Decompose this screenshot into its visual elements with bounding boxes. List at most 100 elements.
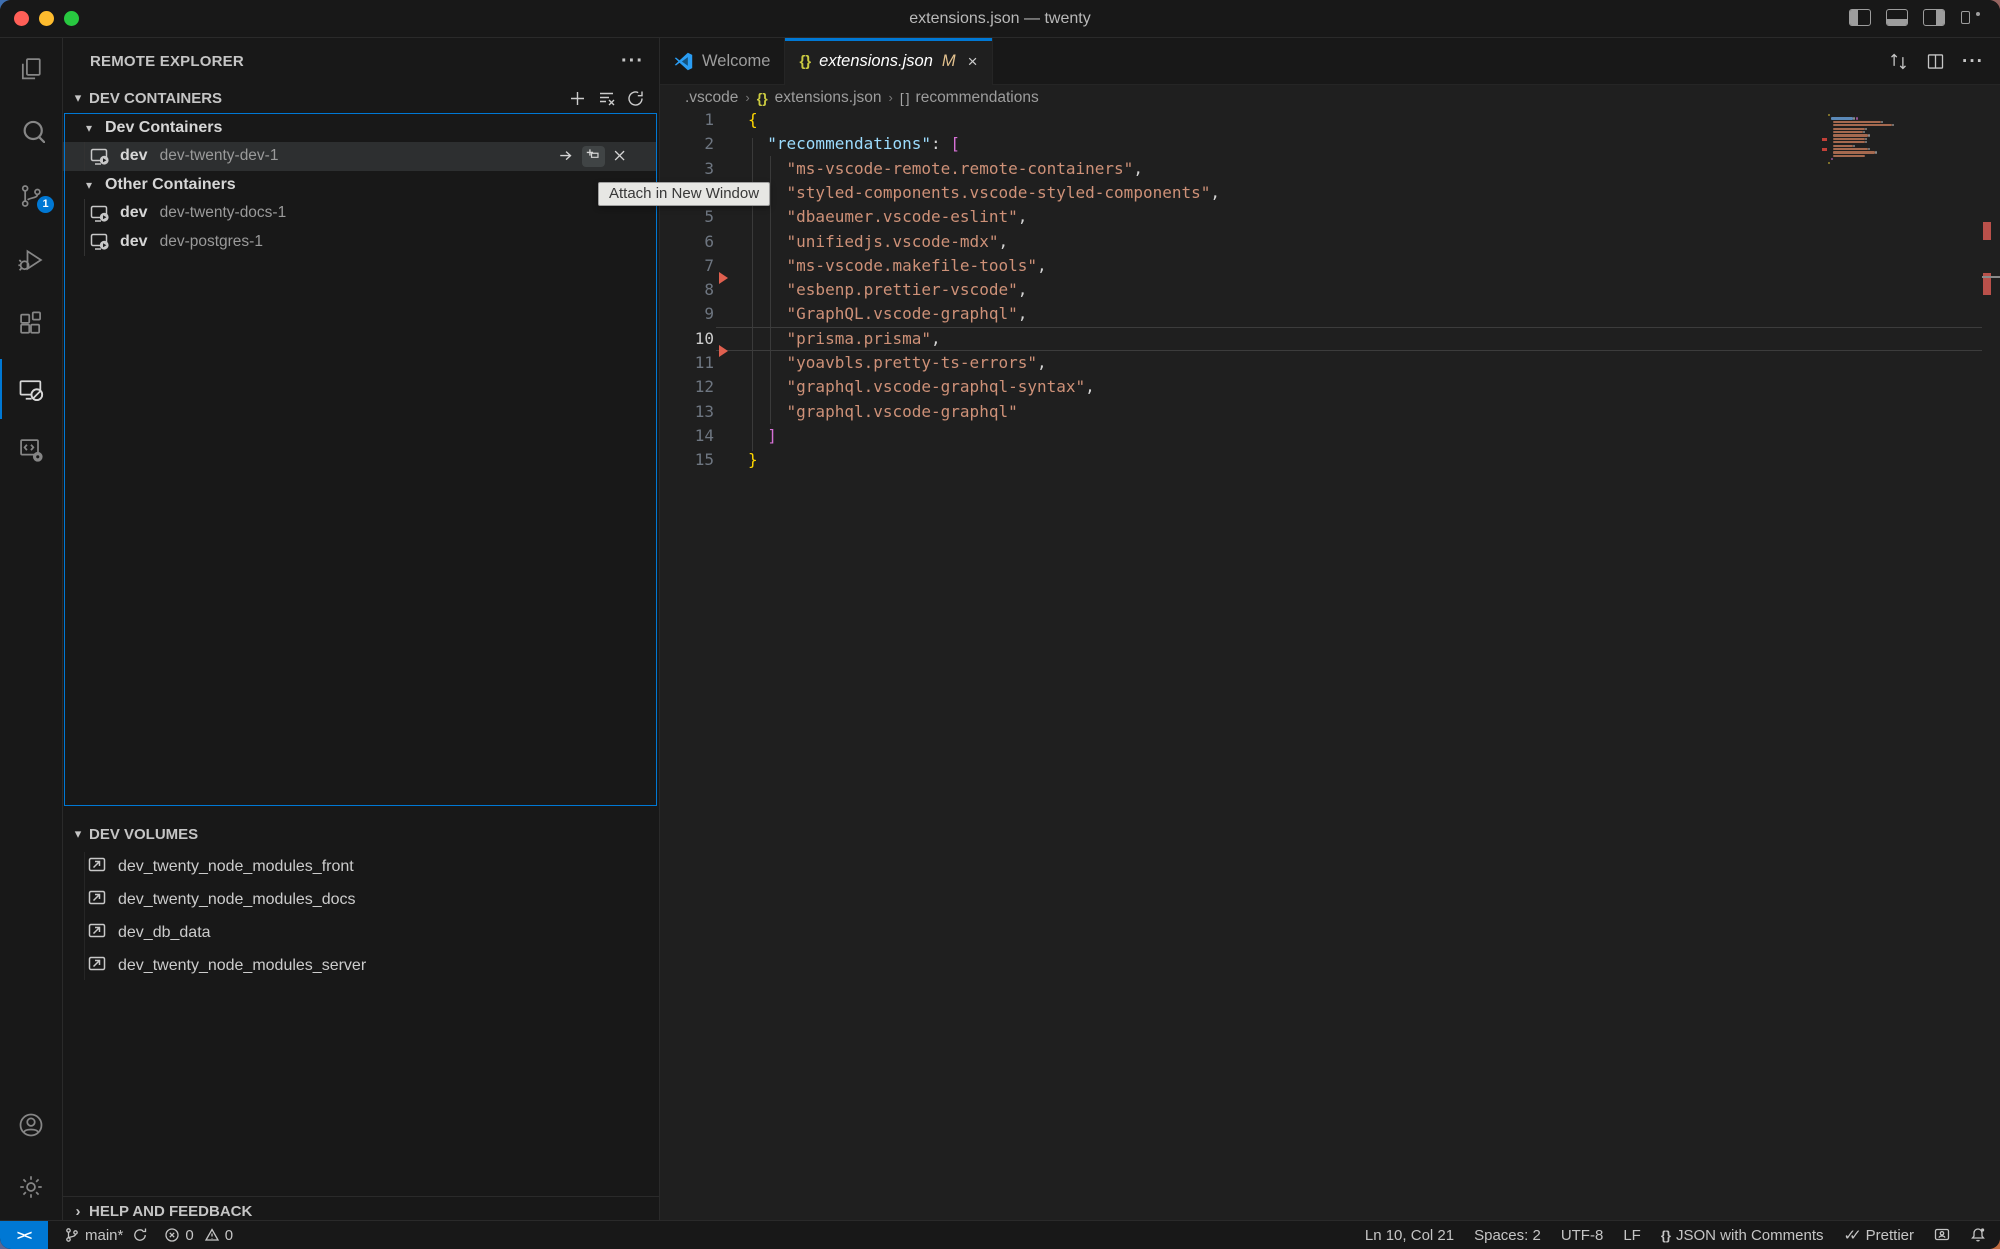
toggle-primary-sidebar-icon[interactable]	[1849, 9, 1871, 26]
git-branch-label: main*	[85, 1227, 123, 1244]
section-dev-containers-label: DEV CONTAINERS	[89, 90, 222, 107]
container-row-dev-postgres-1[interactable]: dev dev-postgres-1	[63, 228, 657, 257]
formatter-item[interactable]: ✓✓ Prettier	[1834, 1221, 1925, 1249]
code-text: ]	[748, 424, 777, 448]
volume-row-dev_db_data[interactable]: dev_db_data	[63, 916, 657, 949]
minimap-line	[1828, 162, 1830, 164]
container-description: dev-postgres-1	[160, 233, 263, 251]
eol-item[interactable]: LF	[1613, 1221, 1651, 1249]
customize-layout-icon[interactable]	[1960, 9, 1984, 26]
notifications-item[interactable]	[1960, 1221, 1986, 1249]
activity-bar-item-explorer[interactable]	[0, 54, 62, 84]
remote-indicator[interactable]: ><	[0, 1221, 48, 1249]
line-number: 5	[660, 205, 714, 229]
line-number: 2	[660, 132, 714, 156]
volume-label: dev_twenty_node_modules_docs	[118, 891, 356, 909]
minimap-line	[1833, 148, 1868, 150]
language-mode-label: JSON with Comments	[1676, 1227, 1824, 1244]
section-help-feedback[interactable]: › HELP AND FEEDBACK	[63, 1198, 659, 1224]
minimap-line	[1875, 151, 1877, 153]
code-line-7: 7 "ms-vscode.makefile-tools",	[660, 254, 2000, 278]
tree-group-other-containers[interactable]: ▾Other Containers	[63, 171, 657, 200]
clear-list-icon[interactable]	[597, 89, 616, 108]
container-description: dev-twenty-dev-1	[160, 147, 279, 165]
code-line-6: 6 "unifiedjs.vscode-mdx",	[660, 230, 2000, 254]
tree-group-dev-containers[interactable]: ▾Dev Containers	[63, 114, 657, 143]
line-number: 1	[660, 108, 714, 132]
code-editor[interactable]: 1{2 "recommendations": [3 "ms-vscode-rem…	[660, 38, 2000, 1220]
overview-ruler-error-marker	[1983, 222, 1991, 240]
code-text: "unifiedjs.vscode-mdx",	[748, 230, 1008, 254]
gutter-red-arrow-icon	[719, 345, 728, 357]
container-row-dev-twenty-docs-1[interactable]: devdev-twenty-docs-1	[63, 199, 657, 228]
line-number: 12	[660, 375, 714, 399]
refresh-icon[interactable]	[626, 89, 645, 108]
section-help-feedback-label: HELP AND FEEDBACK	[89, 1203, 252, 1220]
volume-row-dev_twenty_node_modules_docs[interactable]: dev_twenty_node_modules_docs	[63, 883, 657, 916]
code-line-13: 13 "graphql.vscode-graphql"	[660, 400, 2000, 424]
minimap-line	[1833, 151, 1874, 153]
toggle-secondary-sidebar-icon[interactable]	[1923, 9, 1945, 26]
container-name: dev	[120, 233, 148, 251]
warnings-count: 0	[225, 1227, 233, 1244]
double-check-icon: ✓✓	[1844, 1226, 1855, 1244]
feedback-item[interactable]	[1924, 1221, 1960, 1249]
cursor-position-item[interactable]: Ln 10, Col 21	[1355, 1221, 1464, 1249]
tree-indent-guide	[84, 142, 85, 171]
attach-arrow-icon[interactable]	[558, 148, 575, 165]
minimap-line	[1853, 117, 1855, 119]
line-number: 13	[660, 400, 714, 424]
code-line-5: 5 "dbaeumer.vscode-eslint",	[660, 205, 2000, 229]
language-mode-item[interactable]: {} JSON with Comments	[1651, 1221, 1834, 1249]
indentation-item[interactable]: Spaces: 2	[1464, 1221, 1551, 1249]
extensions-icon	[17, 310, 45, 338]
minimap-line	[1833, 134, 1868, 136]
sync-changes-icon[interactable]	[132, 1227, 148, 1243]
titlebar: extensions.json — twenty	[0, 0, 2000, 38]
minimap-red-marker	[1822, 138, 1827, 141]
tooltip-attach-in-new-window: Attach in New Window	[598, 182, 770, 206]
minimap-line	[1863, 131, 1865, 133]
volume-label: dev_twenty_node_modules_front	[118, 858, 354, 876]
overview-ruler-cursor-marker	[1982, 276, 2000, 278]
activity-bar-item-search[interactable]	[0, 114, 62, 144]
activity-bar-item-run-debug[interactable]	[0, 245, 62, 275]
close-icon[interactable]	[612, 148, 629, 165]
run-debug-icon	[17, 246, 45, 274]
errors-icon	[164, 1227, 180, 1243]
volume-row-dev_twenty_node_modules_server[interactable]: dev_twenty_node_modules_server	[63, 949, 657, 982]
container-name: dev	[120, 147, 148, 165]
container-row-dev-twenty-dev-1[interactable]: dev dev-twenty-dev-1	[63, 142, 657, 171]
problems-item[interactable]: 0 0	[156, 1221, 241, 1249]
code-text: "prisma.prisma",	[748, 327, 941, 351]
minimap-line	[1833, 121, 1881, 123]
minimap-line	[1833, 131, 1862, 133]
git-branch-item[interactable]: main*	[56, 1221, 156, 1249]
minimap-red-marker	[1822, 148, 1827, 151]
attach-new-window-icon[interactable]	[585, 148, 602, 165]
code-text: "styled-components.vscode-styled-compone…	[748, 181, 1220, 205]
section-divider	[63, 1196, 659, 1197]
volume-row-dev_twenty_node_modules_front[interactable]: dev_twenty_node_modules_front	[63, 850, 657, 883]
feedback-smiley-icon	[1934, 1227, 1950, 1243]
code-text: "yoavbls.pretty-ts-errors",	[748, 351, 1047, 375]
activity-bar-item-dev-containers[interactable]	[0, 435, 62, 465]
activity-bar-item-remote-explorer[interactable]	[0, 375, 62, 405]
activity-bar-item-source-control[interactable]: 1	[0, 181, 62, 211]
activity-bar-item-account[interactable]	[0, 1110, 62, 1140]
tree-indent-guide	[84, 199, 85, 256]
activity-bar-item-settings-gear[interactable]	[0, 1172, 62, 1202]
dev-containers-icon	[17, 436, 45, 464]
activity-bar-item-extensions[interactable]	[0, 309, 62, 339]
toggle-panel-icon[interactable]	[1886, 9, 1908, 26]
minimap-line	[1833, 138, 1865, 140]
dev-container-icon	[90, 205, 110, 222]
code-text: "esbenp.prettier-vscode",	[748, 278, 1027, 302]
plus-icon[interactable]	[568, 89, 587, 108]
sidebar-more-actions-icon[interactable]: ···	[621, 50, 644, 73]
status-bar: >< main* 0 0 Ln 10, Col 21	[0, 1220, 2000, 1249]
section-dev-volumes[interactable]: ▾ DEV VOLUMES	[63, 820, 659, 848]
encoding-item[interactable]: UTF-8	[1551, 1221, 1614, 1249]
dev-container-icon	[90, 148, 110, 165]
gutter-red-arrow-icon	[719, 272, 728, 284]
